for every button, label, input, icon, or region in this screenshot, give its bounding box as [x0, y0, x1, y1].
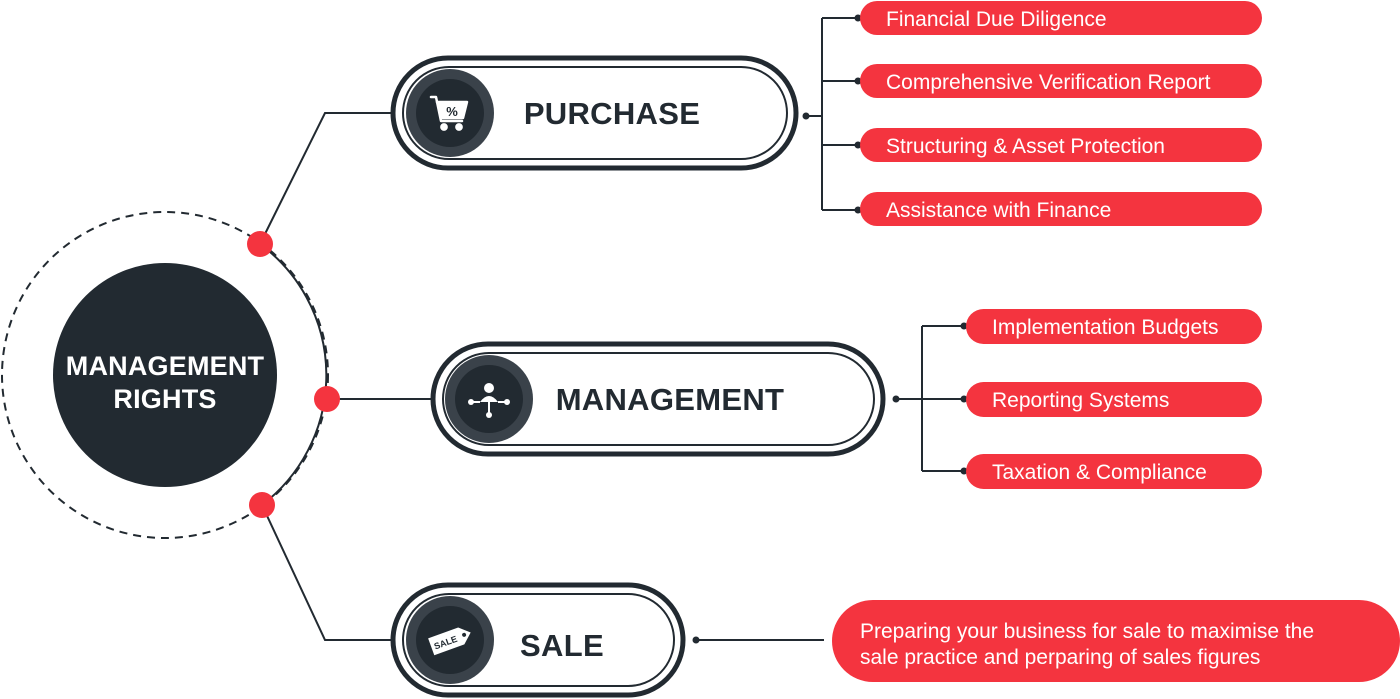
purchase-item-label: Financial Due Diligence — [886, 8, 1107, 31]
sale-connector-dot — [692, 636, 700, 644]
sale-description-line1: Preparing your business for sale to maxi… — [860, 620, 1314, 643]
sale-card[interactable]: SALE SALE — [390, 582, 686, 698]
purchase-item[interactable]: Assistance with Finance — [860, 192, 1262, 226]
management-item-label: Implementation Budgets — [992, 316, 1218, 339]
purchase-bracket-dot — [802, 112, 810, 120]
sale-label: SALE — [520, 628, 604, 663]
management-card[interactable]: MANAGEMENT — [430, 341, 886, 457]
sale-description-line2: sale practice and perparing of sales fig… — [860, 646, 1260, 669]
center-title-line2: RIGHTS — [113, 384, 216, 414]
management-bracket — [896, 325, 966, 472]
purchase-item-label: Structuring & Asset Protection — [886, 135, 1165, 158]
management-rights-diagram: MANAGEMENT RIGHTS % PURCHASE Financial D… — [1, 1, 1400, 698]
management-item[interactable]: Implementation Budgets — [966, 309, 1262, 344]
purchase-item[interactable]: Structuring & Asset Protection — [860, 128, 1262, 162]
sale-description[interactable]: Preparing your business for sale to maxi… — [832, 600, 1400, 682]
connector-dot-management — [314, 386, 340, 412]
management-item-label: Reporting Systems — [992, 389, 1169, 412]
connector-dot-purchase — [247, 231, 273, 257]
purchase-percent-glyph: % — [446, 104, 458, 119]
connector-dot-sale — [249, 492, 275, 518]
center-node: MANAGEMENT RIGHTS — [53, 263, 277, 487]
purchase-card[interactable]: % PURCHASE — [390, 55, 799, 171]
center-title-line1: MANAGEMENT — [66, 351, 265, 381]
connector-purchase — [259, 112, 400, 245]
management-item-label: Taxation & Compliance — [992, 461, 1207, 484]
management-item[interactable]: Taxation & Compliance — [966, 454, 1262, 489]
purchase-item[interactable]: Comprehensive Verification Report — [860, 64, 1262, 98]
connector-sale — [261, 504, 400, 641]
purchase-bracket-end-dots — [854, 14, 862, 214]
purchase-label: PURCHASE — [524, 96, 700, 131]
purchase-bracket — [806, 17, 860, 211]
management-item[interactable]: Reporting Systems — [966, 382, 1262, 417]
purchase-item-label: Assistance with Finance — [886, 199, 1111, 222]
purchase-item-label: Comprehensive Verification Report — [886, 71, 1211, 94]
management-bracket-dot — [892, 395, 900, 403]
management-label: MANAGEMENT — [556, 382, 785, 417]
purchase-item[interactable]: Financial Due Diligence — [860, 1, 1262, 35]
